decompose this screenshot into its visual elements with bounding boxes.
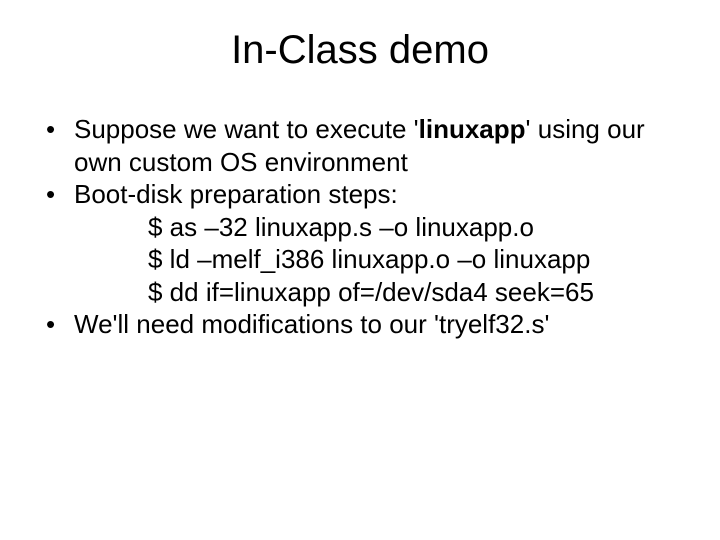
bullet-item: • We'll need modifications to our 'tryel… [40,308,680,341]
command-line: $ dd if=linuxapp of=/dev/sda4 seek=65 [148,276,680,309]
bullet-text: We'll need modifications to our 'tryelf3… [74,308,680,341]
slide-body: • Suppose we want to execute 'linuxapp' … [0,93,720,341]
text-fragment: Suppose we want to execute ' [74,114,419,144]
text-fragment-bold: linuxapp [419,114,526,144]
bullet-item: • Suppose we want to execute 'linuxapp' … [40,113,680,178]
bullet-dot-icon: • [40,113,74,146]
bullet-item: • Boot-disk preparation steps: [40,178,680,211]
bullet-dot-icon: • [40,308,74,341]
bullet-text: Suppose we want to execute 'linuxapp' us… [74,113,680,178]
slide-title: In-Class demo [0,0,720,93]
bullet-dot-icon: • [40,178,74,211]
command-line: $ as –32 linuxapp.s –o linuxapp.o [148,211,680,244]
command-line: $ ld –melf_i386 linuxapp.o –o linuxapp [148,243,680,276]
slide: In-Class demo • Suppose we want to execu… [0,0,720,540]
bullet-text: Boot-disk preparation steps: [74,178,680,211]
command-block: $ as –32 linuxapp.s –o linuxapp.o $ ld –… [40,211,680,309]
